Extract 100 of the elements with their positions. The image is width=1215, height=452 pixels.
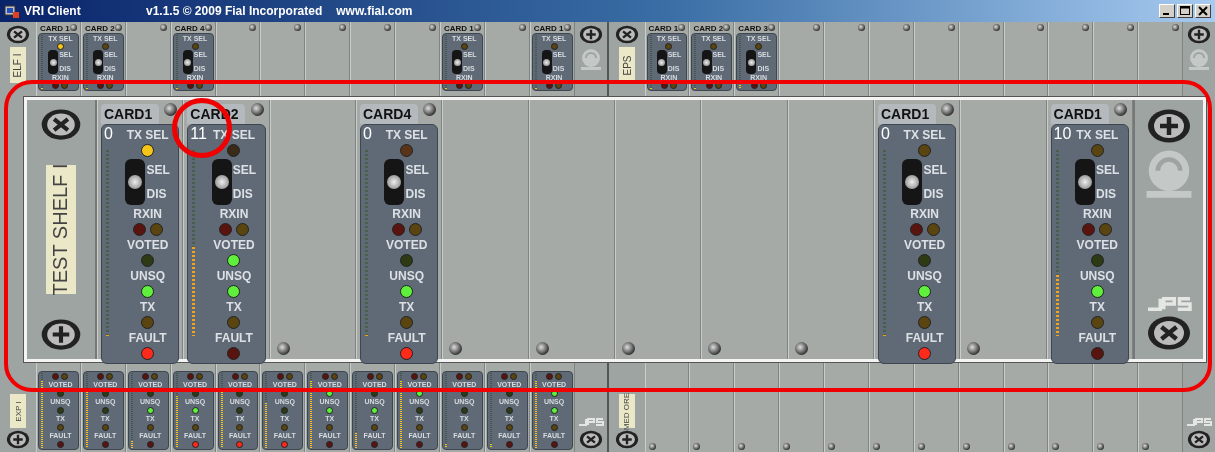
card-title: CARD 2 — [83, 24, 116, 33]
shelf-label: EPS — [618, 47, 635, 83]
switch-thumb[interactable] — [49, 58, 57, 66]
card-title: CARD 4 — [173, 24, 206, 33]
toggle-switch[interactable] — [211, 159, 232, 205]
switch-thumb[interactable] — [94, 58, 102, 66]
card-title: CARD 2 — [692, 24, 725, 33]
card-label: FAULT — [1078, 331, 1117, 345]
card-label: VOTED — [213, 238, 255, 252]
card-title: CARD1 — [1050, 104, 1109, 124]
screw-icon — [1146, 315, 1192, 351]
window-title: VRI Client — [24, 4, 82, 18]
toggle-switch[interactable] — [701, 50, 712, 74]
switch-label: SEL — [1096, 163, 1120, 177]
screw-icon — [518, 24, 526, 31]
screw-icon — [276, 342, 290, 355]
minimize-icon — [1163, 13, 1169, 15]
screw-icon — [813, 24, 820, 31]
switch-thumb[interactable] — [703, 58, 710, 66]
logo-icon — [577, 418, 604, 426]
toggle-switch[interactable] — [125, 159, 146, 205]
screw-icon — [614, 430, 639, 449]
logo-icon — [578, 48, 603, 70]
screw-icon — [339, 24, 347, 31]
close-button[interactable] — [1195, 4, 1211, 18]
card-title: CARD 3 — [737, 24, 770, 33]
switch-label: DIS — [146, 187, 167, 201]
switch-label: DIS — [405, 187, 426, 201]
switch-thumb[interactable] — [184, 58, 192, 66]
card-label: RXIN — [219, 207, 249, 221]
logo-icon — [1186, 418, 1212, 426]
switch-thumb[interactable] — [1078, 175, 1093, 189]
screw-icon — [1142, 443, 1150, 450]
screw-icon — [1007, 443, 1015, 450]
screw-icon — [1187, 430, 1211, 449]
switch-thumb[interactable] — [128, 175, 143, 189]
card-label: VOTED — [127, 238, 169, 252]
maximize-button[interactable] — [1177, 4, 1193, 18]
toggle-switch[interactable] — [384, 159, 405, 205]
screw-icon — [428, 24, 436, 31]
switch-label: DIS — [232, 187, 253, 201]
toggle-switch[interactable] — [541, 50, 552, 74]
shelf-label: MED ORE — [618, 394, 635, 428]
card-label: TX SEL — [126, 128, 169, 142]
screw-icon — [1037, 24, 1045, 31]
card-label: FAULT — [387, 331, 426, 345]
screw-icon — [708, 342, 722, 355]
switch-label: SEL — [146, 163, 170, 177]
screw-icon — [384, 24, 391, 31]
shelf-label: EXP I — [10, 394, 26, 428]
card-label: UNSQ — [216, 269, 252, 283]
screw-icon — [648, 443, 656, 450]
card-title: CARD1 — [101, 104, 159, 124]
screw-icon — [1146, 108, 1192, 144]
card-label: RXIN — [1082, 207, 1112, 221]
card-label: RXIN — [133, 207, 162, 221]
screw-icon — [1052, 443, 1060, 450]
screw-icon — [857, 24, 865, 31]
screw-icon — [578, 25, 603, 44]
switch-thumb[interactable] — [214, 175, 229, 189]
screw-icon — [794, 342, 808, 355]
screw-icon — [1172, 24, 1179, 31]
toggle-switch[interactable] — [452, 50, 462, 74]
switch-thumb[interactable] — [387, 175, 402, 189]
toggle-switch[interactable] — [902, 159, 923, 205]
screw-icon — [828, 443, 835, 450]
switch-label: SEL — [232, 163, 257, 177]
shelf-label: TEST SHELF I — [46, 165, 76, 294]
card-count: 0 — [104, 125, 113, 143]
switch-label: SEL — [405, 163, 429, 177]
switch-thumb[interactable] — [453, 58, 461, 66]
screw-icon — [249, 24, 257, 31]
screw-icon — [114, 24, 122, 31]
switch-thumb[interactable] — [543, 58, 551, 66]
toggle-switch[interactable] — [656, 50, 667, 74]
close-icon — [1198, 6, 1208, 16]
switch-thumb[interactable] — [905, 175, 920, 189]
screw-icon — [423, 103, 437, 116]
switch-label: DIS — [1096, 187, 1117, 201]
card-label: TX — [226, 300, 242, 314]
toggle-switch[interactable] — [48, 50, 59, 74]
screw-icon — [6, 25, 30, 44]
screw-icon — [783, 443, 791, 450]
minimize-button[interactable] — [1159, 4, 1175, 18]
toggle-switch[interactable] — [93, 50, 103, 74]
switch-thumb[interactable] — [747, 58, 755, 66]
card-label: TX SEL — [903, 128, 946, 142]
toggle-switch[interactable] — [746, 50, 757, 74]
screw-icon — [1097, 443, 1105, 450]
screw-icon — [902, 24, 910, 31]
card-label: FAULT — [128, 331, 167, 345]
screw-icon — [693, 443, 701, 450]
toggle-switch[interactable] — [182, 50, 193, 74]
card-label: UNSQ — [1079, 269, 1115, 283]
website-text: www.fial.com — [336, 4, 413, 18]
screw-icon — [947, 24, 955, 31]
card-label: UNSQ — [907, 269, 942, 283]
card-label: TX — [398, 300, 415, 314]
switch-thumb[interactable] — [658, 58, 666, 66]
toggle-switch[interactable] — [1075, 159, 1096, 205]
